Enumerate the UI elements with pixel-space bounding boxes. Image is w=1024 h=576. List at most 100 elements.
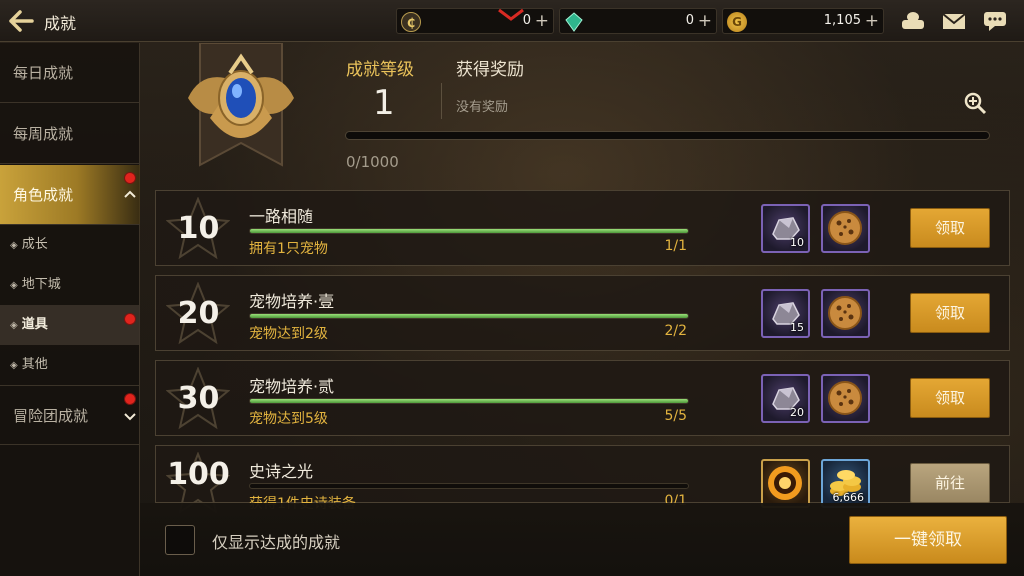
reward-item-slot[interactable] (821, 289, 870, 338)
sidebar-item-label: 每周成就 (13, 125, 74, 143)
achievement-points: 30 (156, 361, 241, 435)
reward-item-slot[interactable] (761, 459, 810, 508)
achievement-count: 1/1 (664, 238, 687, 254)
points-value: 10 (177, 210, 220, 246)
sub-item-items[interactable]: ◈ 道具 (0, 305, 140, 345)
cookie-icon (823, 291, 868, 340)
item-quantity: 10 (790, 236, 804, 249)
plus-icon[interactable]: + (865, 11, 879, 31)
achievement-points: 10 (156, 191, 241, 265)
level-title: 成就等级 (346, 60, 414, 80)
sub-item-label: 道具 (21, 317, 48, 332)
red-chevron-icon (498, 8, 524, 21)
reward-value: 没有奖励 (456, 100, 509, 115)
achievement-row-progress (249, 228, 689, 234)
claim-button[interactable]: 领取 (910, 208, 990, 248)
achievement-title: 史诗之光 (249, 462, 314, 481)
notification-dot (124, 313, 136, 325)
item-quantity: 20 (790, 406, 804, 419)
achievement-title: 宠物培养·壹 (249, 292, 335, 311)
reward-item-slot[interactable]: 15 (761, 289, 810, 338)
sidebar-item-label: 每日成就 (13, 64, 74, 82)
show-completed-checkbox[interactable] (165, 525, 195, 555)
chevron-down-icon[interactable] (123, 410, 137, 426)
sub-item-other[interactable]: ◈ 其他 (0, 345, 140, 385)
sidebar-item-character[interactable]: 角色成就 (0, 165, 140, 225)
sidebar-item-label: 冒险团成就 (13, 407, 89, 425)
achievement-points: 100 (156, 446, 241, 515)
zoom-in-icon[interactable] (963, 91, 987, 115)
page-title: 成就 (44, 14, 77, 33)
achievement-row: 10 一路相随 拥有1只宠物 1/1 10 领取 (155, 190, 1010, 266)
achievement-progress-text: 0/1000 (346, 153, 399, 171)
go-button[interactable]: 前往 (910, 463, 990, 503)
reward-title: 获得奖励 (456, 60, 524, 80)
plus-icon[interactable]: + (535, 11, 549, 31)
divider (441, 83, 442, 119)
plus-icon[interactable]: + (698, 11, 712, 31)
sidebar-item-label: 角色成就 (13, 186, 74, 204)
points-value: 30 (177, 380, 220, 416)
achievement-points: 20 (156, 276, 241, 350)
achievement-title: 一路相随 (249, 207, 314, 226)
achievement-count: 2/2 (664, 323, 687, 339)
currency-value: 0 (522, 13, 531, 28)
chevron-up-icon[interactable] (123, 187, 137, 203)
achievement-row: 30 宠物培养·贰 宠物达到5级 5/5 20 领取 (155, 360, 1010, 436)
gold-coin-icon: G (727, 12, 747, 32)
sub-item-label: 地下城 (21, 277, 61, 292)
notification-dot (124, 393, 136, 405)
diamond-icon: ◈ (10, 320, 18, 331)
reward-item-slot[interactable]: 6,666 (821, 459, 870, 508)
achievement-level: 1 (373, 83, 395, 123)
sidebar-item-adventure-group[interactable]: 冒险团成就 (0, 385, 140, 445)
diamond-icon: ◈ (10, 280, 18, 291)
achievement-progress-bar (345, 131, 990, 140)
sidebar-item-daily[interactable]: 每日成就 (0, 43, 140, 103)
notification-dot (124, 172, 136, 184)
diamond-icon: ◈ (10, 360, 18, 371)
achievement-rank-badge-icon (180, 42, 302, 168)
back-arrow-icon[interactable] (8, 9, 34, 33)
top-bar: 成就 ₵ 0 + 0 + G 1,105 + (0, 0, 1024, 42)
claim-all-button[interactable]: 一键领取 (849, 516, 1007, 564)
sidebar: 每日成就 每周成就 角色成就 ◈ 成长 ◈ 地下城 ◈ 道具 ◈ 其他 冒险团成就 (0, 43, 140, 576)
reward-item-slot[interactable]: 10 (761, 204, 810, 253)
achievement-count: 5/5 (664, 408, 687, 424)
green-gem-icon (564, 12, 584, 32)
achievement-desc: 宠物达到5级 (249, 411, 328, 427)
chat-icon[interactable] (981, 9, 1009, 33)
sub-item-growth[interactable]: ◈ 成长 (0, 225, 140, 265)
item-quantity: 15 (790, 321, 804, 334)
claim-button[interactable]: 领取 (910, 293, 990, 333)
mail-icon[interactable] (940, 9, 968, 33)
claim-button[interactable]: 领取 (910, 378, 990, 418)
achievement-row-progress (249, 483, 689, 489)
reward-item-slot[interactable] (821, 204, 870, 253)
achievement-desc: 宠物达到2级 (249, 326, 328, 342)
achievement-desc: 拥有1只宠物 (249, 241, 328, 257)
achievement-row-progress (249, 313, 689, 319)
sub-item-dungeon[interactable]: ◈ 地下城 (0, 265, 140, 305)
points-value: 20 (177, 295, 220, 331)
sub-item-label: 成长 (21, 237, 48, 252)
sidebar-item-weekly[interactable]: 每周成就 (0, 104, 140, 164)
reward-item-slot[interactable]: 20 (761, 374, 810, 423)
diamond-icon: ◈ (10, 240, 18, 251)
achievement-title: 宠物培养·贰 (249, 377, 335, 396)
achievement-row-progress (249, 398, 689, 404)
reward-item-slot[interactable] (821, 374, 870, 423)
treasure-chest-icon[interactable] (899, 9, 927, 33)
checkbox-label: 仅显示达成的成就 (212, 533, 341, 552)
sub-item-label: 其他 (21, 357, 48, 372)
c-coin-icon: ₵ (401, 12, 421, 32)
cookie-icon (823, 376, 868, 425)
achievement-row: 20 宠物培养·壹 宠物达到2级 2/2 15 领取 (155, 275, 1010, 351)
cookie-icon (823, 206, 868, 255)
currency-value: 0 (685, 13, 694, 28)
currency-gold-coin: G 1,105 + (722, 8, 884, 34)
currency-green-gem: 0 + (559, 8, 717, 34)
points-value: 100 (167, 456, 230, 492)
currency-c-coin: ₵ 0 + (396, 8, 554, 34)
achievement-row: 100 史诗之光 获得1件史诗装备 0/1 6,666 前往 (155, 445, 1010, 515)
